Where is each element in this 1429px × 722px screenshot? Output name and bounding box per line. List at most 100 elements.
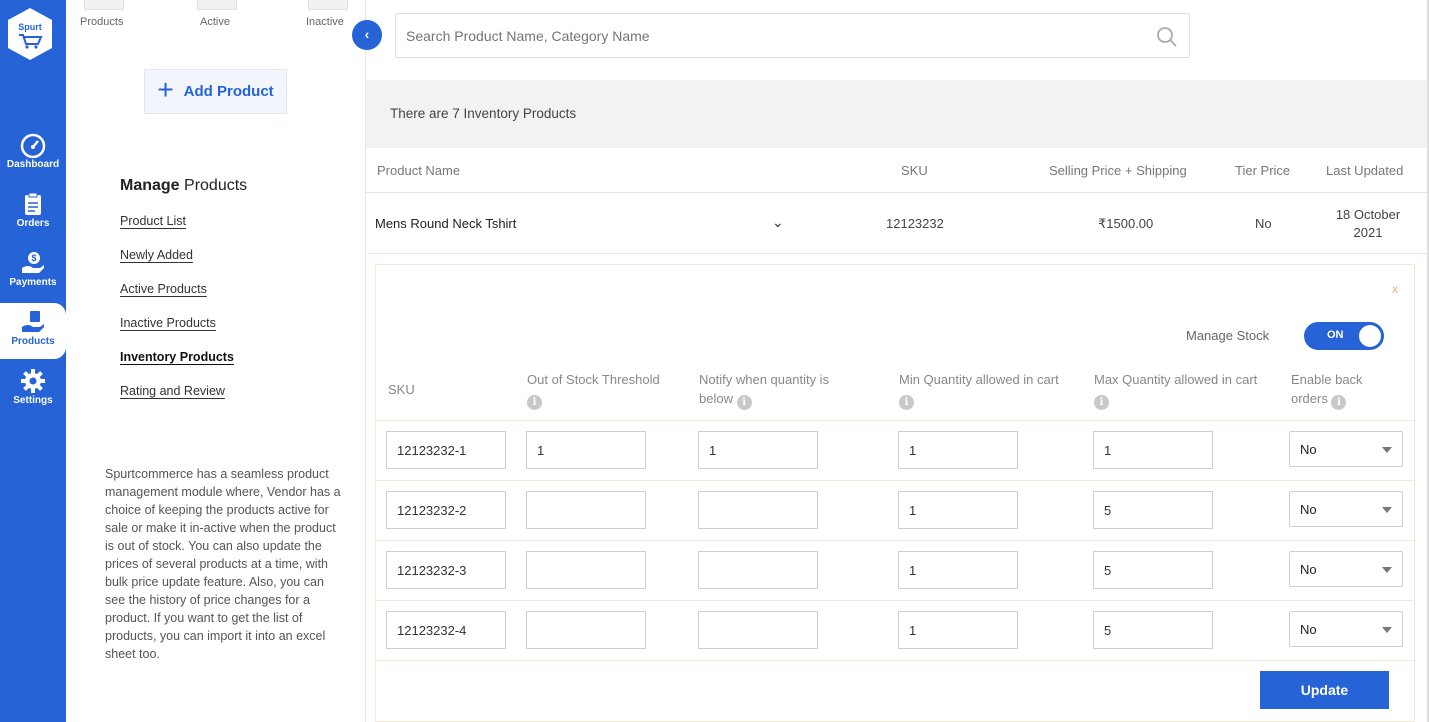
ph-back-text: Enable back orders — [1291, 372, 1363, 406]
threshold-input[interactable] — [526, 491, 646, 529]
link-rating-review[interactable]: Rating and Review — [120, 384, 225, 398]
notify-input[interactable] — [698, 431, 818, 469]
row-divider — [376, 480, 1414, 481]
link-newly-added[interactable]: Newly Added — [120, 248, 193, 262]
back-orders-value: No — [1300, 502, 1317, 517]
link-inventory-products[interactable]: Inventory Products — [120, 350, 234, 364]
col-selling-price: Selling Price + Shipping — [1049, 163, 1187, 178]
ph-threshold: Out of Stock Threshold i — [527, 370, 687, 410]
search-input[interactable] — [395, 13, 1190, 58]
min-qty-input[interactable] — [898, 491, 1018, 529]
max-qty-input[interactable] — [1093, 491, 1213, 529]
link-inactive-products[interactable]: Inactive Products — [120, 316, 216, 330]
ph-back: Enable back orders i — [1291, 370, 1396, 410]
inventory-header-divider — [376, 420, 1414, 421]
col-sku: SKU — [901, 163, 928, 178]
notify-input[interactable] — [698, 491, 818, 529]
manage-stock-label: Manage Stock — [1186, 328, 1270, 343]
max-qty-input[interactable] — [1093, 431, 1213, 469]
product-name: Mens Round Neck Tshirt — [375, 216, 517, 231]
inventory-panel: x Manage Stock ON SKU Out of Stock Thres… — [375, 264, 1415, 722]
info-icon[interactable]: i — [1094, 395, 1109, 410]
plus-icon: + — [157, 74, 174, 105]
nav-products[interactable]: Products — [0, 291, 66, 371]
nav-settings[interactable]: Settings — [0, 362, 66, 418]
manage-title-rest: Products — [184, 177, 248, 194]
back-orders-select[interactable]: No — [1289, 611, 1403, 647]
update-button[interactable]: Update — [1260, 671, 1389, 709]
min-qty-input[interactable] — [898, 431, 1018, 469]
logo-text: Spurt — [18, 22, 42, 32]
back-orders-value: No — [1300, 562, 1317, 577]
chevron-down-icon[interactable]: ⌄ — [772, 214, 784, 231]
back-orders-select[interactable]: No — [1289, 491, 1403, 527]
product-hand-icon — [22, 311, 44, 332]
clipboard-icon — [25, 192, 41, 215]
updated-date: 18 October — [1335, 207, 1401, 222]
threshold-input[interactable] — [526, 611, 646, 649]
sku-input[interactable] — [386, 431, 506, 469]
caret-down-icon — [1382, 447, 1392, 453]
inventory-count-banner: There are 7 Inventory Products — [366, 80, 1427, 148]
back-orders-select[interactable]: No — [1289, 551, 1403, 587]
gear-icon — [21, 369, 45, 393]
spurt-logo[interactable]: Spurt — [6, 6, 54, 62]
manage-title-bold: Manage — [120, 177, 180, 194]
nav-products-label: Products — [11, 336, 55, 347]
ph-max: Max Quantity allowed in cart i — [1094, 370, 1259, 410]
threshold-input[interactable] — [526, 551, 646, 589]
svg-text:$: $ — [31, 253, 36, 263]
sku-input[interactable] — [386, 491, 506, 529]
manage-products-title: Manage Products — [120, 177, 247, 195]
nav-orders-label: Orders — [16, 218, 50, 229]
notify-input[interactable] — [698, 551, 818, 589]
sku-input[interactable] — [386, 611, 506, 649]
row-divider — [376, 540, 1414, 541]
nav-dashboard[interactable]: Dashboard — [0, 126, 66, 182]
caret-down-icon — [1382, 567, 1392, 573]
toggle-label: ON — [1327, 329, 1344, 341]
info-icon[interactable]: i — [736, 395, 752, 410]
max-qty-input[interactable] — [1093, 611, 1213, 649]
col-product-name: Product Name — [377, 163, 461, 178]
nav-dashboard-label: Dashboard — [6, 159, 60, 170]
product-price: ₹1500.00 — [1098, 216, 1154, 231]
max-qty-input[interactable] — [1093, 551, 1213, 589]
col-tier-price: Tier Price — [1235, 163, 1291, 178]
header-divider — [366, 192, 1427, 193]
min-qty-input[interactable] — [898, 611, 1018, 649]
notify-input[interactable] — [698, 611, 818, 649]
nav-rail: Spurt Dashboard Orders $ Payments Produc… — [0, 0, 66, 722]
row-divider — [366, 253, 1427, 254]
info-icon[interactable]: i — [527, 395, 542, 410]
nav-orders[interactable]: Orders — [0, 185, 66, 241]
manage-stock-toggle[interactable]: ON — [1304, 322, 1384, 350]
col-last-updated: Last Updated — [1326, 163, 1404, 178]
info-icon[interactable]: i — [1331, 395, 1347, 410]
link-active-products[interactable]: Active Products — [120, 282, 207, 296]
module-description: Spurtcommerce has a seamless product man… — [105, 467, 341, 661]
nav-payments-label: Payments — [9, 277, 57, 288]
ph-min: Min Quantity allowed in cart i — [899, 370, 1064, 410]
back-orders-select[interactable]: No — [1289, 431, 1403, 467]
search-icon[interactable] — [1156, 26, 1178, 48]
close-icon[interactable]: x — [1392, 282, 1398, 296]
product-tier: No — [1255, 216, 1272, 231]
row-divider — [376, 660, 1414, 661]
nav-settings-label: Settings — [13, 395, 53, 406]
back-orders-value: No — [1300, 622, 1317, 637]
add-product-button[interactable]: + Add Product — [144, 69, 287, 114]
link-product-list[interactable]: Product List — [120, 214, 186, 228]
min-qty-input[interactable] — [898, 551, 1018, 589]
sku-input[interactable] — [386, 551, 506, 589]
info-icon[interactable]: i — [899, 395, 914, 410]
ph-max-text: Max Quantity allowed in cart — [1094, 372, 1258, 387]
ph-notify: Notify when quantity is below i — [699, 370, 859, 410]
ph-threshold-text: Out of Stock Threshold — [527, 372, 660, 387]
caret-down-icon — [1382, 507, 1392, 513]
stat-products-label: Products — [80, 16, 124, 28]
collapse-sidebar-button[interactable]: ‹ — [352, 20, 382, 50]
add-product-label: Add Product — [183, 83, 274, 100]
ph-notify-text: Notify when quantity is below — [699, 372, 830, 406]
threshold-input[interactable] — [526, 431, 646, 469]
